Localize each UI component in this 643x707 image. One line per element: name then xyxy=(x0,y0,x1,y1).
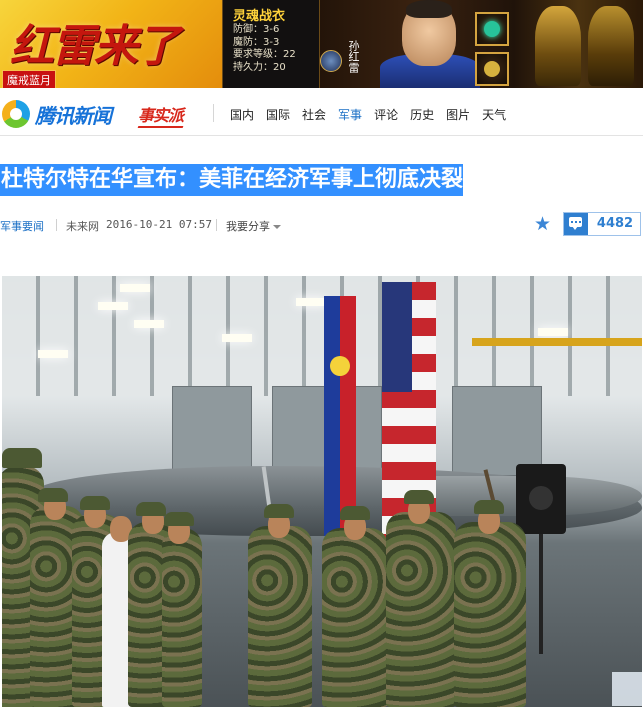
photo-soldier-cap xyxy=(474,500,504,514)
photo-tripod xyxy=(539,534,543,654)
photo-soldier-cap xyxy=(164,512,194,526)
armor-icon xyxy=(535,6,581,86)
photo-light xyxy=(120,284,150,292)
ad-game-tag: 魔戒蓝月 xyxy=(2,70,56,88)
item-stat: 魔防：3-3 xyxy=(233,36,280,48)
photo-soldier-cap xyxy=(80,496,110,510)
nav-item-weather[interactable]: 天气 xyxy=(482,106,506,123)
ad-title-panel: 红雷来了 魔戒蓝月 xyxy=(0,0,222,88)
character-portrait xyxy=(402,0,456,66)
nav-item-commentary[interactable]: 评论 xyxy=(374,106,398,123)
photo-light xyxy=(134,320,164,328)
article-source: 未来网 xyxy=(66,220,99,233)
meta-divider xyxy=(216,219,217,231)
nav-item-domestic[interactable]: 国内 xyxy=(230,106,254,123)
photo-soldier-cap xyxy=(38,488,68,502)
photo-soldier-cap xyxy=(340,506,370,520)
site-logo[interactable]: 腾讯新闻 xyxy=(35,100,112,129)
tencent-logo-icon[interactable] xyxy=(2,100,30,128)
photo-soldier xyxy=(248,526,312,707)
item-tooltip: 灵魂战衣 防御：3-6 魔防：3-3 要求等级：22 持久力：20 xyxy=(222,0,320,88)
ad-character-art: 孙红雷 xyxy=(320,0,643,88)
article-timestamp: 2016-10-21 07:57 xyxy=(106,218,212,231)
item-stat: 要求等级：22 xyxy=(233,49,296,60)
ad-title: 红雷来了 xyxy=(10,21,180,72)
game-ad-banner[interactable]: 红雷来了 魔戒蓝月 灵魂战衣 防御：3-6 魔防：3-3 要求等级：22 持久力… xyxy=(0,0,643,88)
nav-item-society[interactable]: 社会 xyxy=(302,106,326,123)
chevron-down-icon xyxy=(273,225,281,229)
item-stats: 防御：3-6 魔防：3-3 要求等级：22 持久力：20 xyxy=(233,24,296,74)
ring-slot-icon xyxy=(475,52,509,86)
photo-wall-panel xyxy=(452,386,542,476)
article-meta: 军事要闻 未来网 2016-10-21 07:57 我要分享 ★ 4482 xyxy=(0,212,643,236)
site-navbar: 腾讯新闻 事实派 国内 国际 社会 军事 评论 历史 图片 天气 xyxy=(0,88,643,136)
share-dropdown[interactable]: 我要分享 xyxy=(226,218,281,234)
photo-wall-panel xyxy=(172,386,252,476)
article-category-link[interactable]: 军事要闻 xyxy=(0,218,44,234)
photo-watermark xyxy=(612,672,642,706)
comment-count: 4482 xyxy=(596,216,634,231)
photo-hangar-ceiling xyxy=(2,276,642,396)
photo-light xyxy=(538,328,568,336)
gem-slot-icon xyxy=(475,12,509,46)
character-name: 孙红雷 xyxy=(347,40,360,73)
meta-divider xyxy=(56,219,57,231)
photo-light xyxy=(222,334,252,342)
article-title: 杜特尔特在华宣布：美菲在经济军事上彻底决裂 xyxy=(0,164,464,196)
photo-soldier-cap xyxy=(404,490,434,504)
brand-tag[interactable]: 事实派 xyxy=(138,102,184,126)
photo-speaker xyxy=(516,464,566,534)
comment-button[interactable]: 4482 xyxy=(563,212,641,236)
item-stat: 持久力：20 xyxy=(233,61,286,73)
photo-light xyxy=(296,298,326,306)
emblem-icon xyxy=(320,50,342,72)
photo-beam xyxy=(472,338,642,346)
photo-soldier-cap xyxy=(264,504,294,518)
photo-soldier-cap xyxy=(136,502,166,516)
photo-soldier xyxy=(454,522,526,707)
item-stat: 防御：3-6 xyxy=(233,24,280,35)
photo-soldier xyxy=(322,528,388,707)
nav-divider xyxy=(213,104,214,122)
nav-item-military[interactable]: 军事 xyxy=(338,106,362,123)
photo-light xyxy=(38,350,68,358)
nav-item-photos[interactable]: 图片 xyxy=(446,106,470,123)
armor-icon xyxy=(588,6,634,86)
nav-item-history[interactable]: 历史 xyxy=(410,106,434,123)
share-label: 我要分享 xyxy=(226,220,270,233)
philippine-flag xyxy=(324,296,356,536)
comment-icon xyxy=(564,213,588,235)
comment-icon-dots xyxy=(571,221,581,223)
photo-soldier-cap xyxy=(2,448,42,468)
photo-light xyxy=(98,302,128,310)
star-icon[interactable]: ★ xyxy=(534,214,551,234)
item-name: 灵魂战衣 xyxy=(233,9,286,24)
article-photo[interactable] xyxy=(2,276,642,707)
nav-item-international[interactable]: 国际 xyxy=(266,106,290,123)
nav-links: 国内 国际 社会 军事 评论 历史 图片 天气 xyxy=(230,106,518,123)
photo-soldier xyxy=(162,528,202,707)
photo-soldier xyxy=(386,512,456,707)
